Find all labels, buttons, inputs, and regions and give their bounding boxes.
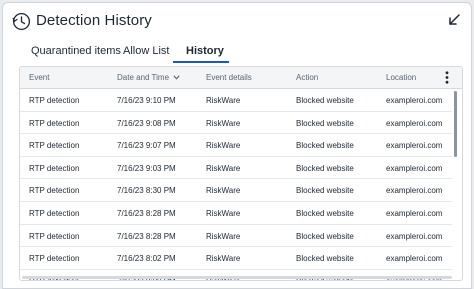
column-header-label: Date and Time <box>117 73 170 82</box>
table-row[interactable]: RTP detection 7/16/23 8:30 PM RiskWare Bloc… <box>20 179 452 202</box>
column-header-label: Event details <box>206 73 252 82</box>
cell-date-time: 7/16/23 9:08 PM <box>117 118 176 128</box>
cell-event: RTP detection <box>29 186 80 196</box>
table-row[interactable]: RTP detection 7/16/23 8:28 PM RiskWare Bloc… <box>20 225 452 248</box>
scrollbar-thumb[interactable] <box>454 91 457 157</box>
cell-event-details: RiskWare <box>206 208 241 218</box>
cell-event: RTP detection <box>29 96 80 105</box>
cell-event-details: RiskWare <box>206 186 241 196</box>
window-header: Detection History <box>3 3 471 41</box>
column-header-event[interactable]: Event <box>29 73 49 82</box>
cell-action: Blocked website <box>296 96 354 105</box>
page-title: Detection History <box>36 12 152 29</box>
column-header-location[interactable]: Location <box>386 73 416 82</box>
cell-location: exampleroi.com <box>386 141 443 151</box>
cell-event-details: RiskWare <box>206 141 241 151</box>
table-row[interactable]: RTP detection 7/16/23 9:08 PM RiskWare Bloc… <box>20 112 452 135</box>
cell-date-time: 7/16/23 8:02 PM <box>117 254 176 264</box>
cell-action: Blocked website <box>296 186 354 196</box>
cell-event-details: RiskWare <box>206 96 241 105</box>
cell-event: RTP detection <box>29 118 80 128</box>
table-row[interactable]: RTP detection 7/16/23 9:07 PM RiskWare Bloc… <box>20 134 452 157</box>
table-row[interactable]: RTP detection 7/16/23 8:28 PM RiskWare Bloc… <box>20 202 452 225</box>
table-body: RTP detection 7/16/23 9:10 PM RiskWare Bloc… <box>20 89 452 280</box>
cell-action: Blocked website <box>296 254 354 264</box>
cell-action: Blocked website <box>296 231 354 241</box>
sort-descending-icon <box>173 75 180 80</box>
cell-location: exampleroi.com <box>386 231 443 241</box>
cell-date-time: 7/16/23 8:28 PM <box>117 208 176 218</box>
active-tab-indicator <box>173 61 229 63</box>
column-header-event-details[interactable]: Event details <box>206 73 252 82</box>
cell-event: RTP detection <box>29 163 80 173</box>
tab-allow-list[interactable]: Allow List <box>123 45 169 65</box>
cell-event-details: RiskWare <box>206 231 241 241</box>
cell-action: Blocked website <box>296 118 354 128</box>
cell-location: exampleroi.com <box>386 96 443 105</box>
table-row[interactable]: RTP detection 7/16/23 9:03 PM RiskWare Bloc… <box>20 157 452 180</box>
history-clock-icon <box>12 12 31 31</box>
table-row[interactable]: RTP detection 7/16/23 8:02 PM RiskWare Bloc… <box>20 247 452 270</box>
cell-action: Blocked website <box>296 163 354 173</box>
tab-quarantined-items[interactable]: Quarantined items <box>31 45 121 65</box>
cell-event-details: RiskWare <box>206 254 241 264</box>
cell-date-time: 7/16/23 8:30 PM <box>117 186 176 196</box>
cell-date-time: 7/16/23 9:10 PM <box>117 96 176 105</box>
cell-event: RTP detection <box>29 254 80 264</box>
detection-history-window: Detection History Quarantined items Allo… <box>2 2 472 289</box>
cell-location: exampleroi.com <box>386 254 443 264</box>
cell-location: exampleroi.com <box>386 186 443 196</box>
cell-event: RTP detection <box>29 208 80 218</box>
cell-event: RTP detection <box>29 141 80 151</box>
column-header-label: Action <box>296 73 319 82</box>
more-options-kebab-icon[interactable] <box>445 71 449 84</box>
cell-date-time: 7/16/23 9:07 PM <box>117 141 176 151</box>
collapse-arrow-icon[interactable] <box>447 13 461 27</box>
cell-event-details: RiskWare <box>206 163 241 173</box>
cell-date-time: 7/16/23 8:28 PM <box>117 231 176 241</box>
column-header-label: Event <box>29 73 50 82</box>
column-header-action[interactable]: Action <box>296 73 318 82</box>
history-table: Event Date and Time Event details Action… <box>19 66 463 281</box>
horizontal-scrollbar[interactable] <box>22 276 452 279</box>
vertical-scrollbar[interactable] <box>452 89 460 279</box>
cell-action: Blocked website <box>296 208 354 218</box>
table-header: Event Date and Time Event details Action… <box>20 67 462 89</box>
tab-bar: Quarantined items Allow List History <box>3 41 471 65</box>
cell-location: exampleroi.com <box>386 163 443 173</box>
table-row[interactable]: RTP detection 7/16/23 9:10 PM RiskWare Bloc… <box>20 89 452 112</box>
cell-action: Blocked website <box>296 141 354 151</box>
column-header-date-and-time[interactable]: Date and Time <box>117 73 180 82</box>
cell-location: exampleroi.com <box>386 208 443 218</box>
cell-event: RTP detection <box>29 231 80 241</box>
cell-date-time: 7/16/23 9:03 PM <box>117 163 176 173</box>
cell-event-details: RiskWare <box>206 118 241 128</box>
column-header-label: Location <box>386 73 417 82</box>
cell-location: exampleroi.com <box>386 118 443 128</box>
